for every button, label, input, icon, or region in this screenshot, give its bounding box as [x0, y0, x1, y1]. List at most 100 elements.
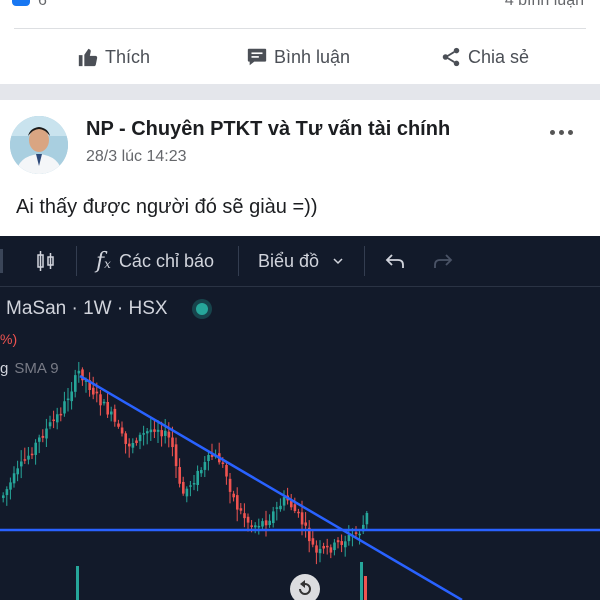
sma-prefix: g	[0, 360, 9, 377]
candle-body	[117, 423, 120, 427]
comment-icon	[247, 48, 267, 66]
avatar[interactable]	[10, 116, 68, 174]
post-author[interactable]: NP - Chuyên PTKT và Tư vấn tài chính	[86, 118, 450, 141]
candle-body	[5, 489, 9, 496]
candle-body	[41, 435, 45, 438]
candle-body	[246, 516, 250, 523]
candle-body	[365, 512, 369, 525]
candle-body	[192, 483, 196, 485]
post-action-bar: Thích Bình luận Chia sẻ	[0, 34, 600, 80]
redo-button[interactable]	[432, 249, 454, 273]
undo-icon	[385, 254, 404, 268]
share-button[interactable]: Chia sẻ	[440, 42, 529, 72]
comment-button[interactable]: Bình luận	[246, 42, 350, 72]
candle-body	[138, 434, 142, 442]
candle-body	[261, 521, 264, 527]
candle-body	[315, 545, 318, 553]
change-percent: %)	[0, 331, 18, 347]
reload-icon	[299, 580, 311, 595]
candle-body	[27, 455, 30, 460]
candle-body	[243, 513, 246, 519]
candle-body	[203, 462, 207, 470]
divider	[14, 28, 586, 29]
symbol-legend: MaSan · 1W · HSX	[6, 298, 208, 320]
candle-body	[304, 522, 307, 526]
candle-body	[70, 391, 73, 402]
candle-body	[358, 533, 361, 536]
candle-body	[48, 422, 52, 427]
like-button[interactable]: Thích	[77, 42, 150, 72]
fx-icon: fx	[96, 248, 111, 274]
toolbar-divider	[238, 246, 239, 276]
trendline	[79, 374, 463, 600]
thumbs-up-icon	[78, 48, 98, 67]
candle-body	[329, 547, 333, 553]
candle-body	[45, 428, 48, 439]
candle-body	[221, 462, 225, 465]
candle-body	[149, 429, 153, 433]
more-options-button[interactable]	[550, 124, 580, 140]
comment-count[interactable]: 4 bình luận	[505, 0, 584, 10]
candle-body	[160, 430, 163, 437]
candle-body	[239, 508, 243, 511]
sma-label: SMA 9	[14, 360, 59, 377]
candle-body	[128, 443, 131, 447]
candle-body	[9, 482, 12, 490]
candle-body	[66, 398, 70, 401]
candle-body	[264, 520, 268, 526]
candle-body	[354, 532, 358, 534]
more-icon	[550, 129, 555, 135]
candle-body	[120, 427, 124, 434]
candles-icon[interactable]	[34, 249, 58, 273]
feed-separator	[0, 84, 600, 100]
indicators-button[interactable]: fx Các chỉ báo	[96, 248, 214, 274]
candle-body	[34, 442, 37, 455]
volume-bar	[364, 576, 367, 600]
candle-body	[333, 542, 336, 551]
candle-body	[2, 495, 5, 498]
like-reaction-icon	[12, 0, 30, 6]
candle-body	[59, 413, 63, 416]
symbol-label: MaSan · 1W · HSX	[6, 298, 168, 319]
candle-body	[282, 497, 286, 506]
post-image-chart[interactable]: fx Các chỉ báo Biểu đồ MaSan · 1W · HSX	[0, 236, 600, 600]
candle-body	[207, 455, 210, 462]
candle-body	[182, 481, 185, 494]
candle-body	[142, 433, 145, 435]
post-timestamp[interactable]: 28/3 lúc 14:23	[86, 148, 187, 166]
candle-body	[106, 401, 109, 415]
reload-button[interactable]	[290, 574, 320, 600]
volume-bar	[76, 566, 79, 600]
candle-body	[113, 408, 117, 422]
candle-body	[164, 430, 167, 436]
chevron-down-icon	[333, 258, 343, 265]
candle-body	[110, 411, 113, 415]
candle-body	[20, 461, 23, 467]
candle-body	[146, 431, 149, 434]
post-header: NP - Chuyên PTKT và Tư vấn tài chính 28/…	[0, 100, 600, 190]
candle-body	[340, 541, 343, 545]
candle-body	[318, 548, 322, 554]
candle-body	[131, 442, 135, 448]
toolbar-divider	[364, 246, 365, 276]
candle-body	[196, 470, 199, 485]
candle-body	[63, 401, 66, 414]
toolbar-edge	[0, 249, 3, 273]
candle-body	[347, 534, 351, 542]
candle-body	[300, 512, 304, 525]
candle-body	[336, 540, 340, 543]
candle-body	[293, 504, 297, 512]
chart-type-dropdown[interactable]: Biểu đồ	[258, 249, 345, 273]
candle-body	[268, 520, 271, 525]
candle-body	[174, 444, 178, 467]
candle-body	[171, 437, 174, 448]
undo-button[interactable]	[384, 249, 406, 273]
candle-body	[102, 401, 106, 404]
candle-body	[185, 488, 189, 497]
candle-body	[326, 545, 329, 548]
candle-body	[236, 495, 239, 510]
candle-body	[16, 468, 19, 475]
post-text: Ai thấy được người đó sẽ giàu =))	[16, 196, 318, 218]
candle-body	[12, 473, 16, 484]
like-count[interactable]: 6	[38, 0, 47, 10]
